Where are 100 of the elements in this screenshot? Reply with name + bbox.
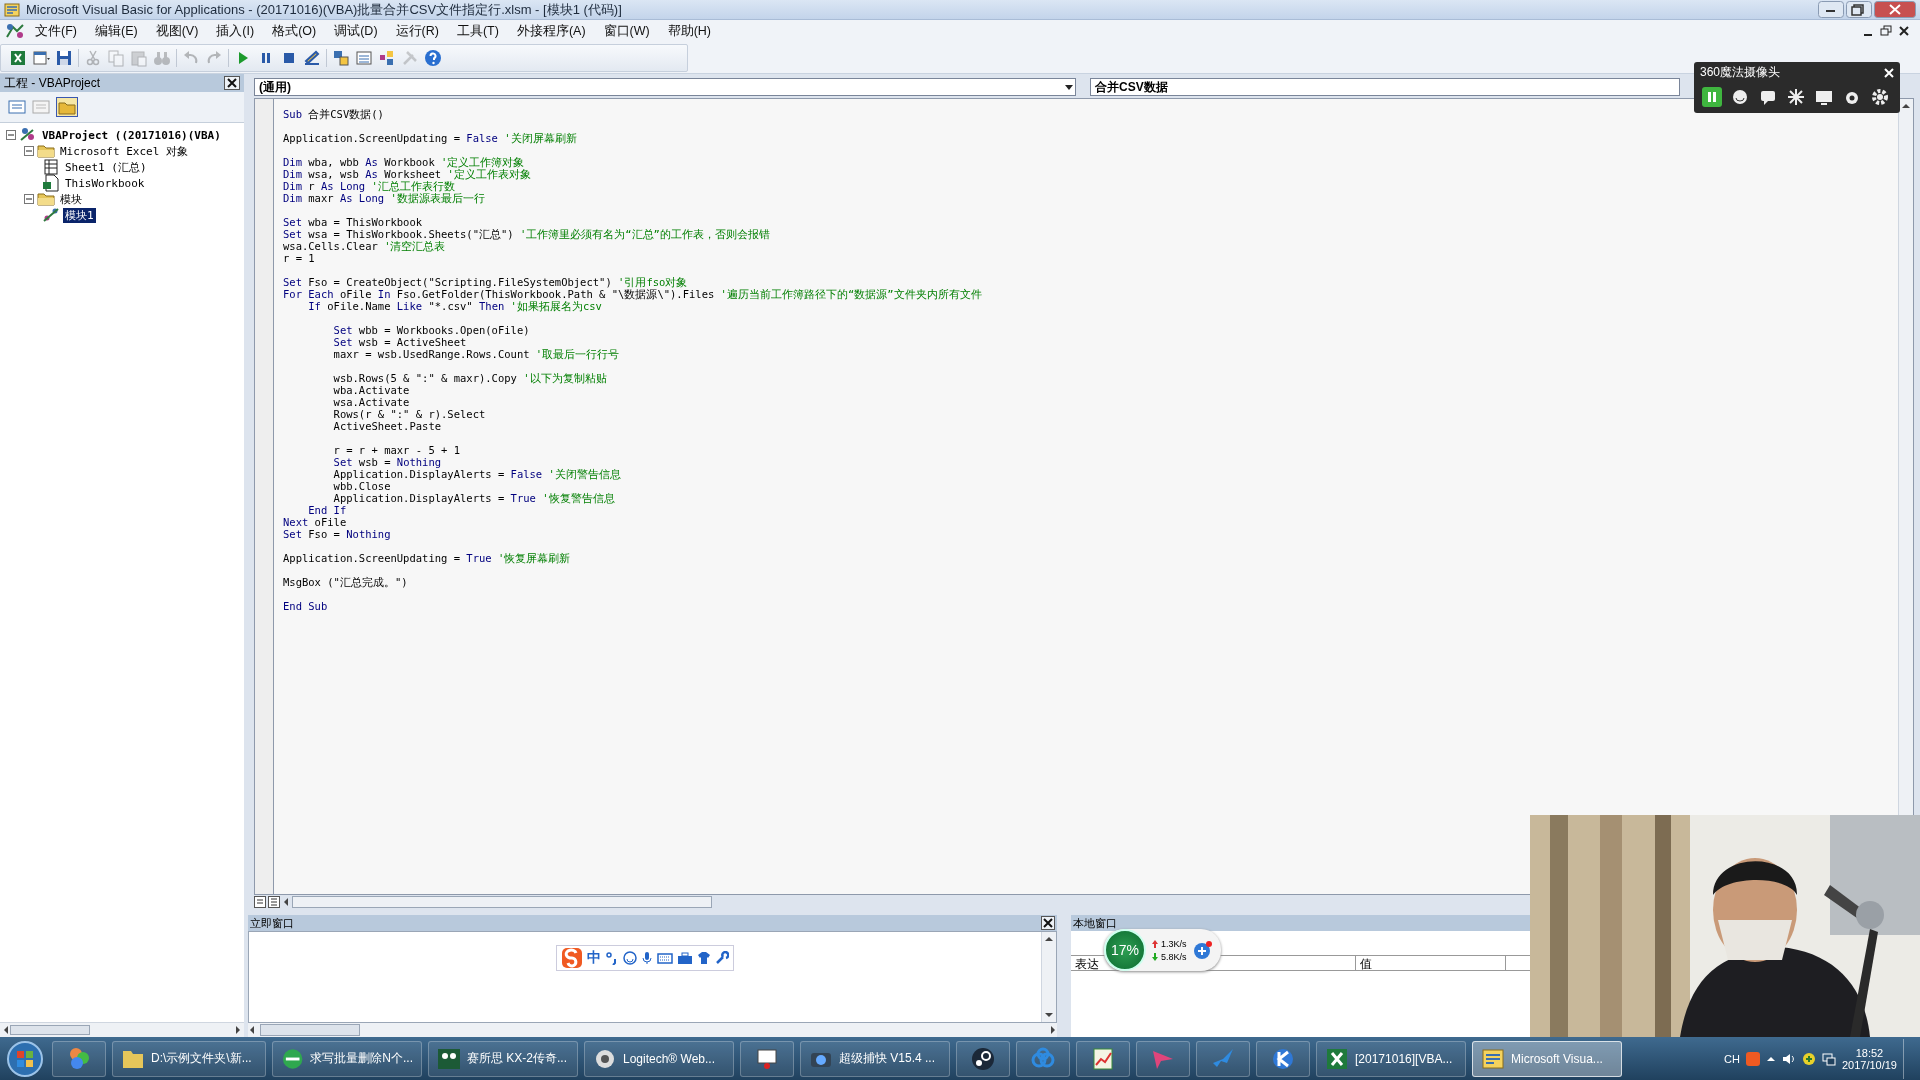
window-title: Microsoft Visual Basic for Applications - (20171016)(VBA)批量合并CSV文件指定行.xlsm - [模块1 (代码)] [26,0,623,19]
scroll-thumb[interactable] [260,1024,360,1036]
expander-icon[interactable] [24,194,34,204]
taskbar-button[interactable] [956,1040,1010,1077]
widget-title: 360魔法摄像头 [1700,64,1781,81]
keyboard-icon[interactable] [657,951,673,965]
scroll-right-icon[interactable] [234,1025,242,1035]
microphone-icon[interactable] [641,951,653,965]
shield-icon[interactable] [1801,1051,1816,1066]
scroll-up-icon[interactable] [1044,934,1054,944]
project-explorer-icon[interactable] [332,48,350,67]
language-indicator[interactable]: CH [1724,1052,1740,1065]
code-line: Sub 合并CSV数据() [283,108,384,120]
taskbar-button[interactable] [740,1040,794,1077]
input-mode-toggle[interactable]: 中 [587,949,601,967]
expander-icon[interactable] [24,146,34,156]
menu-item[interactable]: 帮助(H) [658,20,721,42]
pause-button[interactable] [1702,87,1722,107]
scroll-up-icon[interactable] [1901,101,1911,111]
tree-item[interactable]: Sheet1 (汇总) [63,159,149,175]
close-button[interactable] [1898,25,1910,37]
sparkle-icon[interactable] [1786,87,1806,107]
menu-item[interactable]: 格式(O) [263,20,326,42]
procedure-dropdown[interactable]: 合并CSV数据 [1090,78,1680,96]
close-button[interactable] [224,76,240,90]
save-icon[interactable] [55,48,73,67]
menu-item[interactable]: 外接程序(A) [507,20,595,42]
chart-icon [1091,1046,1115,1071]
code-line: wsa.Activate [332,396,410,408]
smiley-icon[interactable] [623,951,637,965]
toggle-folders-icon[interactable] [56,97,78,117]
close-icon[interactable] [1884,67,1894,78]
menu-item[interactable]: 插入(I) [207,20,264,42]
object-browser-icon[interactable] [378,48,396,67]
object-dropdown[interactable]: (通用) [254,78,1076,96]
form-icon[interactable] [32,48,50,67]
tree-item[interactable]: 模块1 [63,207,96,223]
worksheet-icon [42,158,60,176]
start-button[interactable] [4,1038,46,1079]
smiley-icon[interactable] [1730,87,1750,107]
scroll-left-icon[interactable] [282,897,290,907]
properties-icon[interactable] [355,48,373,67]
settings-icon[interactable] [1870,87,1890,107]
taskbar-button[interactable] [1256,1040,1310,1077]
horizontal-scrollbar[interactable] [292,896,712,908]
tree-item[interactable]: Microsoft Excel 对象 [58,143,190,159]
speaker-icon[interactable] [1781,1051,1796,1066]
code-line: Set wsa = ThisWorkbook.Sheets("汇总") '工作簿里必须有名为“汇总”的工作表，否则会报错 [283,228,770,240]
clock-time[interactable]: 18:52 [1855,1046,1884,1059]
menu-item[interactable]: 工具(T) [447,20,508,42]
scroll-down-icon[interactable] [1044,1010,1054,1020]
clock-date[interactable]: 2017/10/19 [1841,1058,1897,1071]
taskbar-button[interactable] [1076,1040,1130,1077]
tree-item[interactable]: 模块 [58,191,84,207]
taskbar-button[interactable]: 超级捕快 V15.4 ... [800,1040,950,1077]
module-icon [42,206,60,224]
pane-title: 本地窗口 [1073,915,1117,931]
shirt-icon[interactable] [697,951,711,965]
tree-item[interactable]: ThisWorkbook [63,176,147,190]
minimize-button[interactable] [1818,1,1844,18]
menu-item[interactable]: 调试(D) [325,20,387,42]
scroll-thumb[interactable] [10,1025,90,1035]
code-line: Set wsb = Nothing [332,456,442,468]
close-button[interactable] [1041,916,1055,930]
scroll-right-icon[interactable] [1049,1025,1057,1035]
menu-item[interactable]: 编辑(E) [85,20,147,42]
network-icon[interactable] [1821,1051,1836,1066]
procedure-view-icon[interactable] [254,896,266,908]
full-module-view-icon[interactable] [268,896,280,908]
menu-item[interactable]: 文件(F) [26,20,86,42]
restore-button[interactable] [1846,1,1872,18]
load-badge[interactable]: 17% [1104,929,1146,971]
menu-item[interactable]: 视图(V) [146,20,208,42]
menu-item[interactable]: 窗口(W) [594,20,659,42]
code-line: Dim r As Long '汇总工作表行数 [283,180,455,192]
taskbar-button[interactable]: [20171016][VBA... [1316,1040,1466,1077]
code-line: Dim maxr As Long '数据源表最后一行 [283,192,485,204]
restore-button[interactable] [1880,25,1892,37]
add-button[interactable] [1192,940,1213,960]
design-mode-icon[interactable] [303,48,321,67]
code-line: Dim wba, wbb As Workbook '定义工作簿对象 [283,156,525,168]
code-line: MsgBox ("汇总完成。") [283,576,408,588]
punctuation-icon[interactable] [605,951,619,965]
code-line: For Each oFile In Fso.GetFolder(ThisWorkbook.Path & "\数据源\").Files '遍历当前工作簿路径下的“数据源”文件夹内所有文件 [283,288,982,300]
taskbar-button[interactable]: Logitech® Web... [584,1040,734,1077]
code-line: ActiveSheet.Paste [332,420,442,432]
wrench-icon[interactable] [715,951,729,965]
column-header[interactable]: 值 [1356,956,1506,970]
expander-icon[interactable] [6,130,16,140]
code-line: Set wsb = ActiveSheet [332,336,467,348]
tree-item[interactable]: VBAProject ((20171016)(VBA) [40,128,223,142]
code-line: If oFile.Name Like "*.csv" Then '如果拓展名为csv [307,300,602,312]
k-letter-icon [1271,1046,1295,1071]
toolbox-icon[interactable] [677,951,693,965]
taskbar-button[interactable]: 求写批量删除N个... [272,1040,422,1077]
taskbar-button[interactable]: 赛所思 KX-2传奇... [428,1040,578,1077]
help-icon[interactable] [424,48,442,67]
menu-item[interactable]: 运行(R) [386,20,448,42]
taskbar-button[interactable]: D:\示例文件夹\新... [112,1040,266,1077]
code-line: End If [307,504,347,516]
